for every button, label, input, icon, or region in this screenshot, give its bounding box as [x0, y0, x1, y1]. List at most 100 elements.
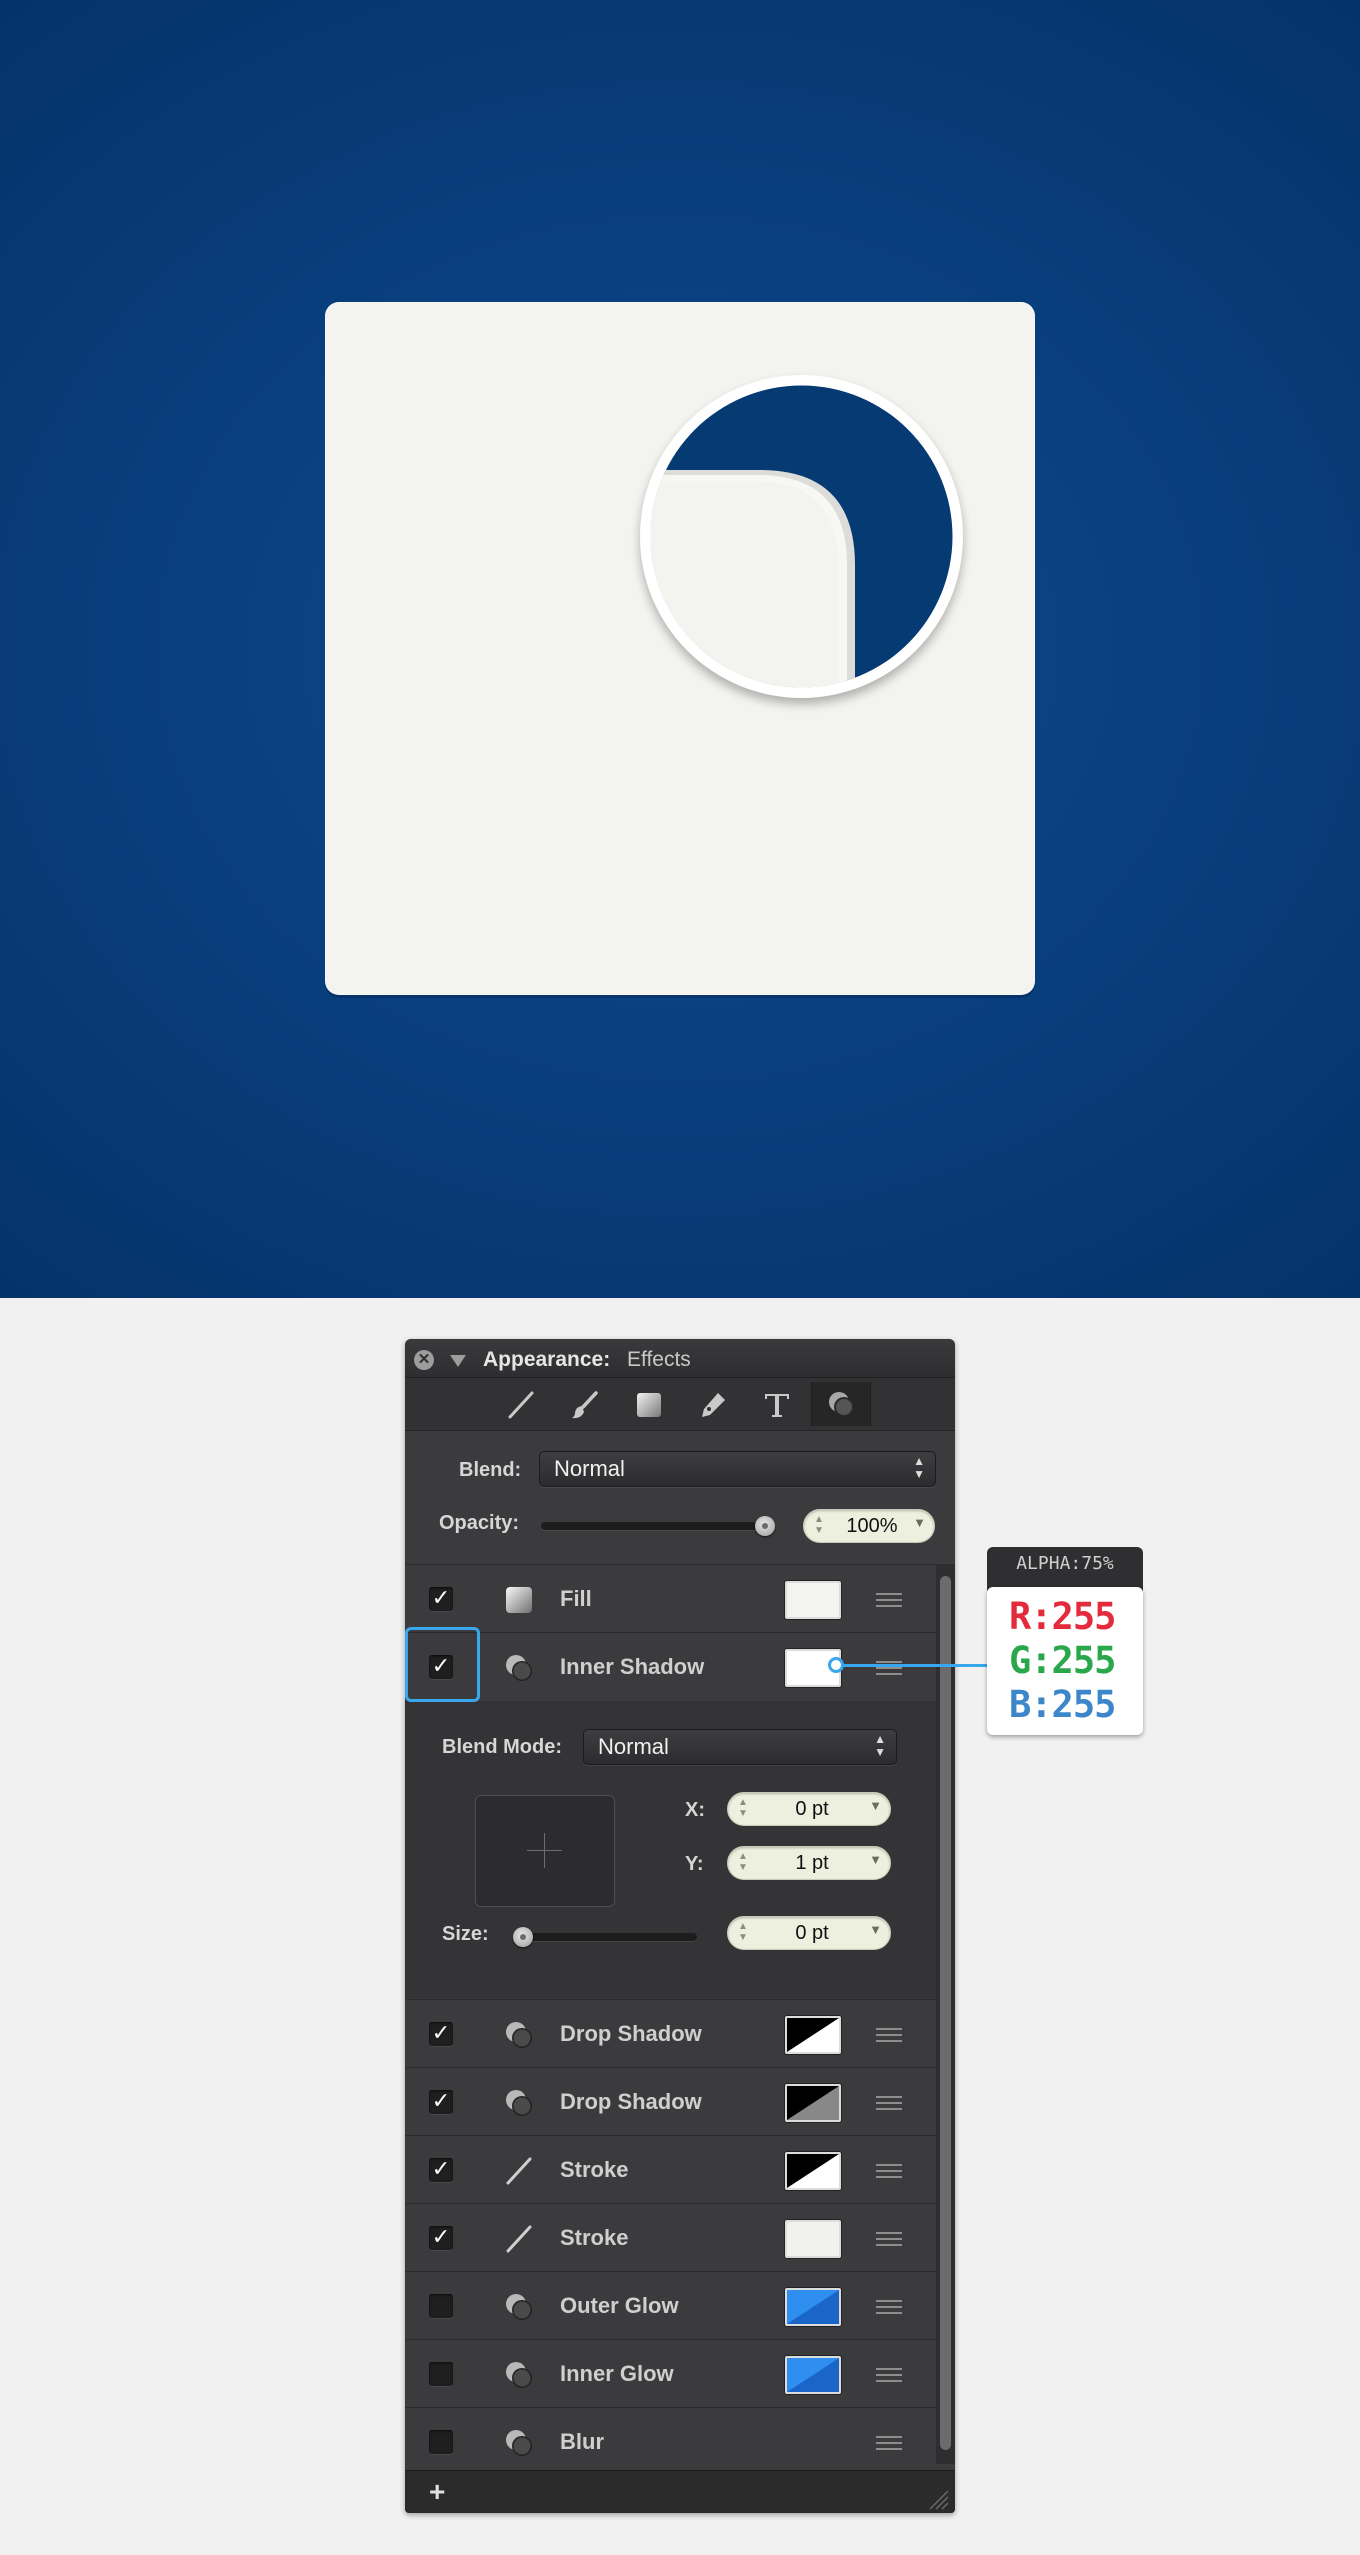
dropdown-arrow-icon[interactable]: ▼: [913, 1515, 926, 1530]
callout-anchor-dot: [828, 1657, 844, 1673]
stroke-tool-button[interactable]: [491, 1382, 549, 1426]
drag-handle-icon[interactable]: [876, 2232, 902, 2250]
close-icon[interactable]: ✕: [414, 1350, 434, 1370]
text-icon: [765, 1394, 789, 1417]
size-stepper[interactable]: ▲ ▼ 0 pt ▼: [727, 1916, 891, 1950]
dropdown-arrow-icon[interactable]: ▼: [869, 1852, 882, 1867]
disclosure-triangle-icon[interactable]: [450, 1355, 466, 1367]
color-swatch[interactable]: [785, 2220, 841, 2258]
panel-footer: +: [405, 2470, 955, 2513]
stepper-arrows-icon[interactable]: ▲ ▼: [738, 1797, 748, 1819]
drag-handle-icon[interactable]: [876, 2028, 902, 2046]
effect-row-drop-shadow[interactable]: ✓ Drop Shadow: [405, 2067, 937, 2137]
appearance-panel: ✕ Appearance: Effects Blend: Normal ▲ ▼ O…: [405, 1339, 955, 2513]
drag-handle-icon[interactable]: [876, 2096, 902, 2114]
dropdown-arrow-icon[interactable]: ▼: [869, 1922, 882, 1937]
offset-preview-pad[interactable]: [475, 1795, 615, 1907]
callout-green: G:255: [1009, 1639, 1116, 1682]
stepper-arrows-icon[interactable]: ▲ ▼: [814, 1514, 824, 1536]
color-swatch[interactable]: [785, 2016, 841, 2054]
drag-handle-icon[interactable]: [876, 2300, 902, 2318]
opacity-stepper[interactable]: ▲ ▼ 100% ▼: [803, 1509, 935, 1543]
color-swatch[interactable]: [785, 1581, 841, 1619]
effect-checkbox[interactable]: [429, 2294, 453, 2318]
effect-checkbox[interactable]: ✓: [429, 2090, 453, 2114]
opacity-label: Opacity:: [439, 1512, 520, 1534]
effect-label: Drop Shadow: [560, 2021, 702, 2046]
brush-tool-button[interactable]: [555, 1382, 613, 1426]
effect-label: Stroke: [560, 2157, 629, 2182]
blend-value: Normal: [554, 1456, 625, 1481]
effect-row-inner-shadow[interactable]: ✓ Inner Shadow: [405, 1632, 937, 1702]
effect-row-blur[interactable]: Blur: [405, 2407, 937, 2477]
fill-icon: [506, 1587, 532, 1613]
color-swatch[interactable]: [785, 2288, 841, 2326]
shadow-icon: [506, 2294, 532, 2320]
panel-title: Appearance:: [483, 1348, 611, 1371]
effect-row-inner-glow[interactable]: Inner Glow: [405, 2339, 937, 2409]
resize-grip-icon[interactable]: [927, 2488, 949, 2510]
effects-scrollbar[interactable]: [936, 1564, 955, 2464]
y-offset-value: 1 pt: [795, 1852, 829, 1874]
stepper-arrows-icon[interactable]: ▲ ▼: [738, 1921, 748, 1943]
shadow-icon: [506, 2430, 532, 2456]
effect-checkbox[interactable]: ✓: [429, 2022, 453, 2046]
color-callout: ALPHA:75% R:255 G:255 B:255: [987, 1547, 1143, 1743]
artwork-canvas: [0, 0, 1360, 1298]
effect-label: Stroke: [560, 2225, 629, 2250]
effect-row-stroke[interactable]: ✓ Stroke: [405, 2203, 937, 2273]
effect-label: Inner Glow: [560, 2361, 674, 2386]
pen-tool-button[interactable]: [683, 1382, 741, 1426]
x-offset-stepper[interactable]: ▲ ▼ 0 pt ▼: [727, 1792, 891, 1826]
appearance-toolbar: [405, 1378, 955, 1431]
drag-handle-icon[interactable]: [876, 1593, 902, 1611]
effect-checkbox[interactable]: ✓: [429, 2226, 453, 2250]
effect-row-stroke[interactable]: ✓ Stroke: [405, 2135, 937, 2205]
color-swatch[interactable]: [785, 2356, 841, 2394]
size-slider[interactable]: [513, 1933, 697, 1941]
stepper-arrows-icon[interactable]: ▲ ▼: [738, 1851, 748, 1873]
stroke-icon: [508, 1391, 534, 1419]
fill-icon: [637, 1393, 661, 1417]
color-swatch[interactable]: [785, 2084, 841, 2122]
effect-checkbox[interactable]: [429, 2362, 453, 2386]
dropdown-arrow-icon[interactable]: ▼: [869, 1798, 882, 1813]
effect-label: Fill: [560, 1586, 592, 1611]
magnifier-detail: [640, 375, 963, 698]
effect-checkbox[interactable]: [429, 2430, 453, 2454]
effects-icon: [829, 1392, 854, 1417]
size-value: 0 pt: [795, 1922, 829, 1944]
blend-mode-label: Blend Mode:: [442, 1736, 562, 1758]
text-tool-button[interactable]: [747, 1382, 805, 1426]
callout-alpha: ALPHA:75%: [987, 1547, 1143, 1591]
color-swatch[interactable]: [785, 2152, 841, 2190]
blend-mode-value: Normal: [598, 1734, 669, 1759]
callout-red: R:255: [1009, 1595, 1116, 1638]
size-label: Size:: [442, 1923, 489, 1945]
y-offset-stepper[interactable]: ▲ ▼ 1 pt ▼: [727, 1846, 891, 1880]
opacity-slider[interactable]: [541, 1522, 775, 1530]
drag-handle-icon[interactable]: [876, 2436, 902, 2454]
blend-mode-select[interactable]: Normal ▲ ▼: [583, 1729, 897, 1765]
checkbox-highlight: [405, 1627, 480, 1702]
drag-handle-icon[interactable]: [876, 2164, 902, 2182]
effects-tool-button[interactable]: [811, 1382, 871, 1426]
effect-row-fill[interactable]: ✓ Fill: [405, 1564, 937, 1634]
panel-titlebar: ✕ Appearance: Effects: [405, 1339, 955, 1378]
fill-tool-button[interactable]: [619, 1382, 677, 1426]
blend-select[interactable]: Normal ▲ ▼: [539, 1451, 936, 1487]
size-slider-knob[interactable]: [513, 1927, 533, 1947]
effect-row-outer-glow[interactable]: Outer Glow: [405, 2271, 937, 2341]
scrollbar-thumb[interactable]: [940, 1576, 951, 2450]
opacity-value: 100%: [846, 1515, 898, 1537]
updown-arrow-icon: ▲ ▼: [874, 1732, 886, 1759]
effect-checkbox[interactable]: ✓: [429, 2158, 453, 2182]
add-effect-button[interactable]: +: [429, 2476, 445, 2508]
x-label: X:: [685, 1799, 705, 1821]
y-label: Y:: [685, 1853, 704, 1875]
opacity-slider-knob[interactable]: [755, 1516, 775, 1536]
drag-handle-icon[interactable]: [876, 2368, 902, 2386]
effect-label: Drop Shadow: [560, 2089, 702, 2114]
effect-row-drop-shadow[interactable]: ✓ Drop Shadow: [405, 1999, 937, 2069]
effect-checkbox[interactable]: ✓: [429, 1587, 453, 1611]
